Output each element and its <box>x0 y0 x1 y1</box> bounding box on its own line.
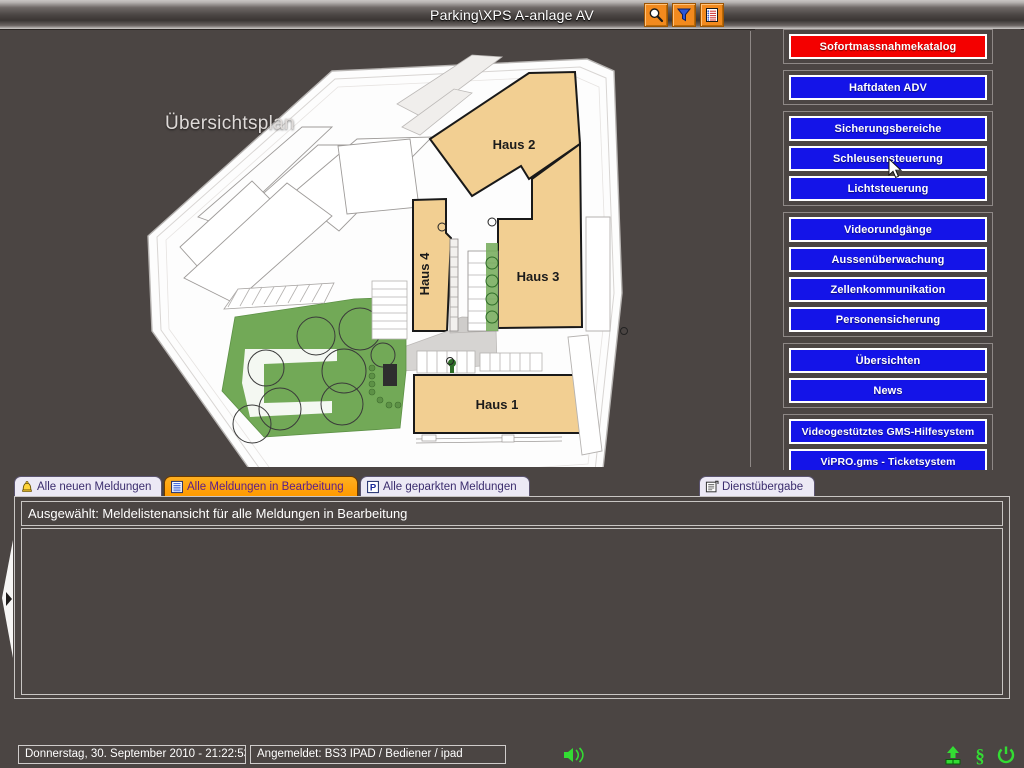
filter-icon[interactable] <box>672 3 696 27</box>
uebersichten-button[interactable]: Übersichten <box>789 348 987 373</box>
building-label-haus-3: Haus 3 <box>517 269 560 284</box>
tab-alle-neuen-meldungen[interactable]: Alle neuen Meldungen <box>14 476 162 497</box>
schleusensteuerung-button[interactable]: Schleusensteuerung <box>789 146 987 171</box>
button-group-overviews: Übersichten News <box>783 343 993 408</box>
svg-text:§: § <box>975 746 985 765</box>
search-icon[interactable] <box>644 3 668 27</box>
haftdaten-adv-button[interactable]: Haftdaten ADV <box>789 75 987 100</box>
application-window: Parking\XPS A-anlage AV Haus 2 Haus 3 Ha… <box>0 0 1024 768</box>
section-sign-icon[interactable]: § <box>972 745 988 765</box>
sofortmassnahmekatalog-button[interactable]: Sofortmassnahmekatalog <box>789 34 987 59</box>
power-icon[interactable] <box>996 745 1016 765</box>
building-label-haus-4: Haus 4 <box>417 252 432 295</box>
button-group-surveillance: Videorundgänge Aussenüberwachung Zellenk… <box>783 212 993 337</box>
svg-text:P: P <box>369 482 376 493</box>
window-title: Parking\XPS A-anlage AV <box>430 7 594 23</box>
personensicherung-button[interactable]: Personensicherung <box>789 307 987 332</box>
button-group-emergency: Sofortmassnahmekatalog <box>783 29 993 64</box>
titlebar-tool-buttons <box>644 3 724 27</box>
message-list-panel: Ausgewählt: Meldelistenansicht für alle … <box>14 496 1010 699</box>
videorundgaenge-button[interactable]: Videorundgänge <box>789 217 987 242</box>
sicherungsbereiche-button[interactable]: Sicherungsbereiche <box>789 116 987 141</box>
building-haus-4: Haus 4 <box>412 197 453 332</box>
zellenkommunikation-button[interactable]: Zellenkommunikation <box>789 277 987 302</box>
status-datetime: Donnerstag, 30. September 2010 - 21:22:5… <box>18 745 246 764</box>
news-button[interactable]: News <box>789 378 987 403</box>
building-label-haus-1: Haus 1 <box>476 397 519 412</box>
tab-label: Dienstübergabe <box>722 480 804 493</box>
structure-small-block <box>383 364 397 386</box>
tab-dienstuebergabe[interactable]: Dienstübergabe <box>699 476 815 497</box>
list-lines-icon <box>169 479 184 494</box>
gms-hilfesystem-button[interactable]: Videogestütztes GMS-Hilfesystem <box>789 419 987 444</box>
tab-alle-meldungen-in-bearbeitung[interactable]: Alle Meldungen in Bearbeitung <box>164 476 358 497</box>
handover-icon <box>704 479 719 494</box>
status-user: Angemeldet: BS3 IPAD / Bediener / ipad <box>250 745 506 764</box>
bell-icon <box>19 479 34 494</box>
building-label-haus-2: Haus 2 <box>493 137 536 152</box>
tab-label: Alle Meldungen in Bearbeitung <box>187 480 344 493</box>
aussenueberwachung-button[interactable]: Aussenüberwachung <box>789 247 987 272</box>
message-tabs: Alle neuen Meldungen Alle Meldungen in B… <box>14 476 1010 497</box>
status-bar: Donnerstag, 30. September 2010 - 21:22:5… <box>0 744 1024 768</box>
upload-icon[interactable] <box>942 745 964 765</box>
parking-stalls-right <box>371 280 408 340</box>
status-icons: § <box>942 745 1016 765</box>
message-list-section: Alle neuen Meldungen Alle Meldungen in B… <box>0 470 1024 738</box>
title-bar: Parking\XPS A-anlage AV <box>0 0 1024 30</box>
tab-alle-geparkten-meldungen[interactable]: P Alle geparkten Meldungen <box>360 476 530 497</box>
button-group-security: Sicherungsbereiche Schleusensteuerung Li… <box>783 111 993 206</box>
tab-label: Alle neuen Meldungen <box>37 480 152 493</box>
building-haus-1: Haus 1 <box>413 374 582 434</box>
site-overview-map[interactable]: Haus 2 Haus 3 Haus 4 Haus 1 Übersichtspl… <box>2 31 751 467</box>
button-group-detention: Haftdaten ADV <box>783 70 993 105</box>
panel-expand-arrow[interactable] <box>0 540 20 660</box>
lichtsteuerung-button[interactable]: Lichtsteuerung <box>789 176 987 201</box>
site-plan-graphic[interactable]: Haus 2 Haus 3 Haus 4 Haus 1 <box>2 31 751 467</box>
message-list-body[interactable] <box>21 528 1003 695</box>
selected-view-label: Ausgewählt: Meldelistenansicht für alle … <box>21 501 1003 526</box>
tab-label: Alle geparkten Meldungen <box>383 480 517 493</box>
list-icon[interactable] <box>700 3 724 27</box>
parking-p-icon: P <box>365 479 380 494</box>
sound-icon[interactable] <box>562 746 590 764</box>
function-button-panel: Sofortmassnahmekatalog Haftdaten ADV Sic… <box>755 29 1021 479</box>
